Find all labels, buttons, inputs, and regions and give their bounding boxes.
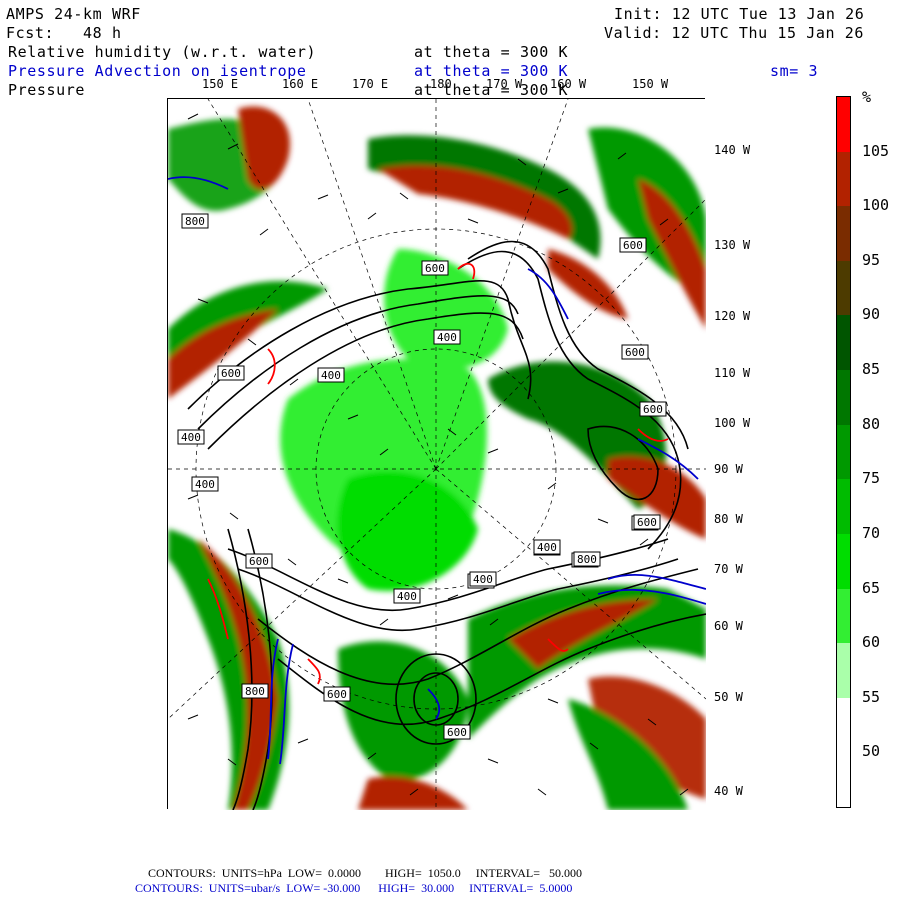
- contour-label-text: 400: [397, 590, 417, 603]
- contour-label: 400: [469, 571, 497, 587]
- contour-label: 600: [217, 365, 245, 381]
- contour-label-text: 600: [327, 688, 347, 701]
- contour-label-text: 600: [249, 555, 269, 568]
- lon-label-80w: 80 W: [714, 512, 743, 526]
- field-1-level: at theta = 300 K: [414, 43, 569, 61]
- contour-label-text: 600: [221, 367, 241, 380]
- contour-label: 600: [323, 686, 351, 702]
- colorbar-level-label: 105: [862, 141, 890, 160]
- lon-label-40w: 40 W: [714, 784, 743, 798]
- colorbar-segment: [837, 424, 850, 480]
- lon-label-160w: 160 W: [550, 77, 587, 91]
- contour-label: 400: [433, 329, 461, 345]
- contour-label-text: 600: [447, 726, 467, 739]
- contour-label-text: 400: [195, 478, 215, 491]
- contour-label-text: 400: [181, 431, 201, 444]
- contour-label-text: 600: [637, 516, 657, 529]
- colorbar-segment: [837, 752, 850, 808]
- colorbar-segment: [837, 697, 850, 753]
- contour-label: 400: [533, 539, 561, 555]
- lon-label-180: 180: [430, 77, 452, 91]
- footer-contours-advection: CONTOURS: UNITS=ubar/s LOW= -30.000 HIGH…: [135, 881, 573, 895]
- contour-label: 600: [639, 401, 667, 417]
- contour-label: 600: [633, 514, 661, 530]
- colorbar-level-label: 80: [862, 414, 881, 433]
- lon-label-50w: 50 W: [714, 690, 743, 704]
- lon-label-160e: 160 E: [282, 77, 319, 91]
- contour-label: 400: [317, 367, 345, 383]
- colorbar-level-label: 90: [862, 305, 881, 324]
- lon-label-70w: 70 W: [714, 562, 743, 576]
- contour-label-text: 400: [537, 541, 557, 554]
- field-2-name: Pressure Advection on isentrope: [8, 62, 307, 80]
- contour-label: 800: [181, 213, 209, 229]
- field-3-name: Pressure: [8, 81, 86, 99]
- lon-label-100w: 100 W: [714, 416, 751, 430]
- init-time: Init: 12 UTC Tue 13 Jan 26: [614, 5, 865, 23]
- forecast-hour: Fcst: 48 h: [6, 24, 122, 42]
- contour-label: 800: [241, 683, 269, 699]
- contour-label-text: 800: [245, 685, 265, 698]
- lon-label-130w: 130 W: [714, 238, 751, 252]
- contour-label: 600: [443, 724, 471, 740]
- colorbar-segment: [837, 370, 850, 426]
- lon-label-60w: 60 W: [714, 619, 743, 633]
- colorbar-segment: [837, 588, 850, 644]
- colorbar-level-label: 50: [862, 742, 881, 761]
- lon-label-150w: 150 W: [632, 77, 669, 91]
- colorbar-level-label: 100: [862, 196, 890, 215]
- lon-label-90w: 90 W: [714, 462, 743, 476]
- colorbar-segment: [837, 479, 850, 535]
- contour-label-text: 800: [185, 215, 205, 228]
- colorbar-segment: [837, 260, 850, 316]
- contour-label-text: 400: [437, 331, 457, 344]
- map-svg: 800 600 400 600 400 600 600 400 400 600 …: [167, 98, 707, 811]
- colorbar-segment: [837, 533, 850, 590]
- colorbar: [836, 96, 851, 808]
- contour-label-text: 400: [473, 573, 493, 586]
- contour-label: 400: [177, 429, 205, 445]
- colorbar-segment: [837, 315, 850, 371]
- lon-label-140w: 140 W: [714, 143, 751, 157]
- contour-label: 600: [621, 344, 649, 360]
- colorbar-segment: [837, 151, 850, 207]
- contour-label-text: 400: [321, 369, 341, 382]
- contour-label-text: 600: [643, 403, 663, 416]
- contour-label: 600: [619, 237, 647, 253]
- colorbar-segment: [837, 206, 850, 262]
- contour-label: 400: [191, 476, 219, 492]
- contour-label-text: 800: [577, 553, 597, 566]
- lon-label-150e: 150 E: [202, 77, 239, 91]
- footer-contours-pressure: CONTOURS: UNITS=hPa LOW= 0.0000 HIGH= 10…: [148, 866, 582, 880]
- valid-time: Valid: 12 UTC Thu 15 Jan 26: [604, 24, 865, 42]
- colorbar-level-label: 60: [862, 633, 881, 652]
- smoothing-label: sm= 3: [770, 62, 819, 80]
- colorbar-level-label: 65: [862, 578, 881, 597]
- colorbar-segment: [837, 643, 850, 699]
- colorbar-level-label: 75: [862, 469, 881, 488]
- contour-label: 800: [573, 551, 601, 567]
- contour-label-text: 600: [623, 239, 643, 252]
- contour-label: 400: [393, 588, 421, 604]
- colorbar-level-label: 85: [862, 360, 881, 379]
- model-title: AMPS 24-km WRF: [6, 5, 141, 23]
- field-1-name: Relative humidity (w.r.t. water): [8, 43, 317, 61]
- lon-label-110w: 110 W: [714, 366, 751, 380]
- map-panel: 800 600 400 600 400 600 600 400 400 600 …: [167, 98, 707, 811]
- contour-label-text: 600: [625, 346, 645, 359]
- contour-label-text: 600: [425, 262, 445, 275]
- colorbar-level-label: 95: [862, 250, 881, 269]
- lon-label-170e: 170 E: [352, 77, 389, 91]
- lon-label-120w: 120 W: [714, 309, 751, 323]
- colorbar-segment: [837, 97, 850, 153]
- contour-label: 600: [421, 260, 449, 276]
- colorbar-level-label: 55: [862, 687, 881, 706]
- contour-label: 600: [245, 553, 273, 569]
- colorbar-unit: %: [862, 88, 872, 106]
- colorbar-level-label: 70: [862, 523, 881, 542]
- lon-label-170w: 170 W: [486, 77, 523, 91]
